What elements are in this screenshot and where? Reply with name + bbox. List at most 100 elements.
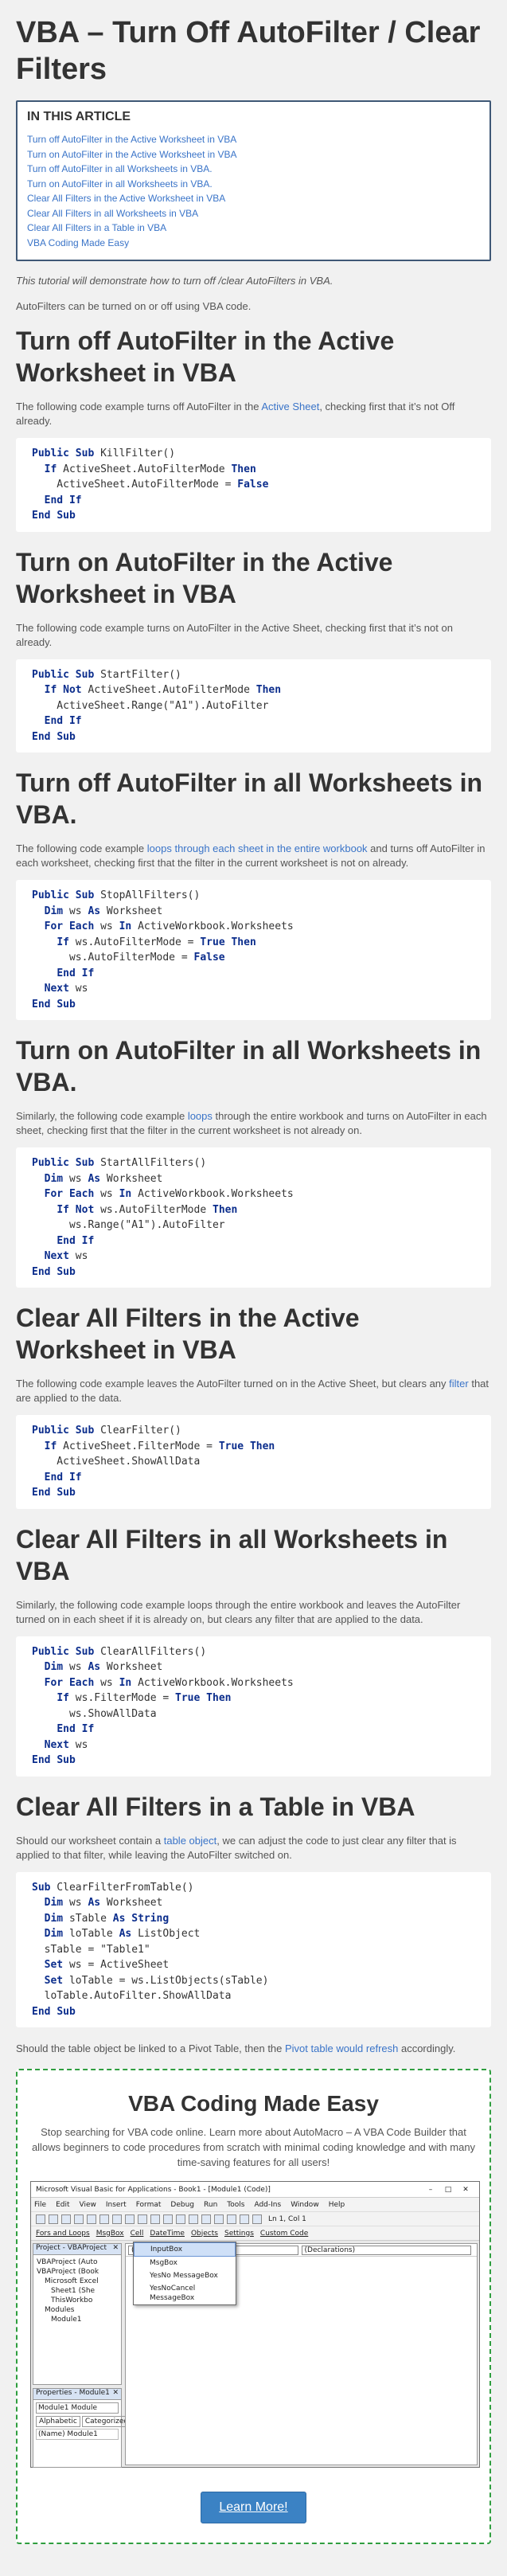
code-line: Public Sub StartFilter() xyxy=(32,668,181,681)
toc-item: Turn off AutoFilter in the Active Worksh… xyxy=(27,132,480,147)
code-block: Public Sub StartFilter() If Not ActiveSh… xyxy=(16,659,491,752)
cut-icon xyxy=(74,2214,84,2224)
automacro-menu: Custom Code xyxy=(259,2229,309,2238)
tree-node: Sheet1 (She xyxy=(51,2287,96,2295)
code-line: End If xyxy=(57,967,95,979)
section-text: Similarly, the following code example lo… xyxy=(16,1109,491,1138)
section-text: The following code example leaves the Au… xyxy=(16,1377,491,1405)
automacro-menu: Objects xyxy=(190,2229,218,2238)
properties-tabs: Alphabetic Categorized xyxy=(36,2416,132,2427)
code-line: Next ws xyxy=(44,983,88,995)
properties-object-select: Module1 Module xyxy=(36,2402,119,2414)
tail-paragraph: Should the table object be linked to a P… xyxy=(16,2042,491,2056)
automacro-menu: DateTime xyxy=(150,2229,185,2238)
menu-item: Edit xyxy=(56,2200,70,2209)
toc-link[interactable]: Turn on AutoFilter in the Active Workshe… xyxy=(27,149,236,160)
section-text-part: Similarly, the following code example lo… xyxy=(16,1598,461,1625)
section-heading: Turn off AutoFilter in the Active Worksh… xyxy=(16,326,395,387)
inline-link[interactable]: loops through each sheet in the entire w… xyxy=(147,842,368,854)
toc-link[interactable]: Turn off AutoFilter in the Active Worksh… xyxy=(27,134,236,145)
promo-heading: VBA Coding Made Easy xyxy=(128,2091,379,2116)
msgbox-dropdown: InputBox MsgBox YesNo MessageBox YesNoCa… xyxy=(133,2242,236,2305)
code-line: If ActiveSheet.AutoFilterMode Then xyxy=(44,463,256,475)
inline-link[interactable]: table object xyxy=(164,1835,217,1847)
menu-item: Add-Ins xyxy=(254,2200,282,2209)
inline-link[interactable]: Active Sheet xyxy=(261,401,319,412)
code-line: End If xyxy=(44,494,82,506)
code-line: End Sub xyxy=(32,998,76,1010)
tree-node: Modules xyxy=(45,2306,75,2314)
undo-icon xyxy=(125,2214,135,2224)
learn-more-button[interactable]: Learn More! xyxy=(201,2492,306,2523)
toc-link[interactable]: Turn on AutoFilter in all Worksheets in … xyxy=(27,178,213,190)
redo-icon xyxy=(138,2214,147,2224)
tree-node: Module1 xyxy=(51,2316,82,2324)
menu-item: Format xyxy=(135,2200,162,2209)
toolbox-icon xyxy=(240,2214,249,2224)
pivot-refresh-link[interactable]: Pivot table would refresh xyxy=(285,2042,398,2054)
code-line: If Not ActiveSheet.AutoFilterMode Then xyxy=(44,684,282,696)
code-line: ActiveSheet.ShowAllData xyxy=(32,1456,201,1468)
code-line: End If xyxy=(44,1471,82,1483)
excel-icon xyxy=(36,2214,45,2224)
copy-icon xyxy=(87,2214,96,2224)
tree-node: Microsoft Excel xyxy=(45,2277,99,2285)
toc-item: Turn on AutoFilter in the Active Workshe… xyxy=(27,147,480,162)
stop-icon xyxy=(176,2214,185,2224)
vba-editor-screenshot: Microsoft Visual Basic for Applications … xyxy=(30,2181,480,2468)
menu-item: File xyxy=(34,2200,47,2209)
toc-link[interactable]: Clear All Filters in all Worksheets in V… xyxy=(27,208,198,219)
close-icon: ✕ xyxy=(112,2244,119,2252)
section-heading: Clear All Filters in a Table in VBA xyxy=(16,1792,415,1821)
code-line: End Sub xyxy=(32,1265,76,1278)
menu-item: Help xyxy=(328,2200,345,2209)
toc-item: Turn on AutoFilter in all Worksheets in … xyxy=(27,177,480,192)
section-text-part: The following code example leaves the Au… xyxy=(16,1378,450,1390)
code-block: Public Sub KillFilter() If ActiveSheet.A… xyxy=(16,438,491,532)
code-line: sTable = "Table1" xyxy=(32,1943,150,1956)
toc-list: Turn off AutoFilter in the Active Worksh… xyxy=(27,132,480,250)
close-icon: ✕ xyxy=(462,2185,469,2194)
properties-icon xyxy=(214,2214,224,2224)
section-heading: Turn off AutoFilter in all Worksheets in… xyxy=(16,768,483,829)
toc-item: Clear All Filters in a Table in VBA xyxy=(27,221,480,236)
object-browser-icon xyxy=(227,2214,236,2224)
code-block: Public Sub StartAllFilters() Dim ws As W… xyxy=(16,1147,491,1288)
insert-icon xyxy=(49,2214,58,2224)
section-text-part: The following code example turns on Auto… xyxy=(16,621,453,648)
toc-link[interactable]: Turn off AutoFilter in all Worksheets in… xyxy=(27,163,213,174)
project-panel-header: Project - VBAProject ✕ xyxy=(33,2244,121,2255)
vba-title: Microsoft Visual Basic for Applications … xyxy=(36,2185,271,2194)
minimize-icon: – xyxy=(428,2185,433,2194)
page-title: VBA – Turn Off AutoFilter / Clear Filter… xyxy=(16,16,481,86)
code-line: Dim ws As Worksheet xyxy=(44,905,163,917)
code-line: Dim ws As Worksheet xyxy=(44,1172,163,1185)
inline-link[interactable]: filter xyxy=(449,1378,469,1390)
inline-link[interactable]: loops xyxy=(188,1110,213,1122)
code-line: Public Sub StopAllFilters() xyxy=(32,889,201,901)
promo-text: Stop searching for VBA code online. Lear… xyxy=(31,2126,476,2168)
project-panel: Project - VBAProject ✕ VBAProject (Auto … xyxy=(33,2243,122,2385)
pause-icon xyxy=(163,2214,173,2224)
code-line: If ws.FilterMode = True Then xyxy=(57,1692,232,1704)
toc-link[interactable]: VBA Coding Made Easy xyxy=(27,237,129,248)
sections: Turn off AutoFilter in the Active Worksh… xyxy=(16,325,491,2027)
toc-item: VBA Coding Made Easy xyxy=(27,236,480,251)
toc-link[interactable]: Clear All Filters in the Active Workshee… xyxy=(27,193,225,204)
code-line: Public Sub ClearFilter() xyxy=(32,1425,181,1437)
code-line: Public Sub StartAllFilters() xyxy=(32,1157,207,1169)
find-icon xyxy=(112,2214,122,2224)
automacro-menu: Settings xyxy=(224,2229,254,2238)
section-heading: Clear All Filters in all Worksheets in V… xyxy=(16,1524,448,1585)
code-line: End Sub xyxy=(32,510,76,522)
code-line: Public Sub KillFilter() xyxy=(32,448,176,459)
section-text: The following code example loops through… xyxy=(16,842,491,870)
vba-body: Project - VBAProject ✕ VBAProject (Auto … xyxy=(31,2242,479,2468)
code-line: End Sub xyxy=(32,730,76,743)
vba-toolbar: Ln 1, Col 1 xyxy=(31,2212,479,2226)
properties-row: (Name) Module1 xyxy=(36,2429,119,2440)
toc-link[interactable]: Clear All Filters in a Table in VBA xyxy=(27,222,166,233)
menu-item: Window xyxy=(291,2200,319,2209)
section-text: The following code example turns off Aut… xyxy=(16,400,491,428)
intro-text: AutoFilters can be turned on or off usin… xyxy=(16,300,252,312)
